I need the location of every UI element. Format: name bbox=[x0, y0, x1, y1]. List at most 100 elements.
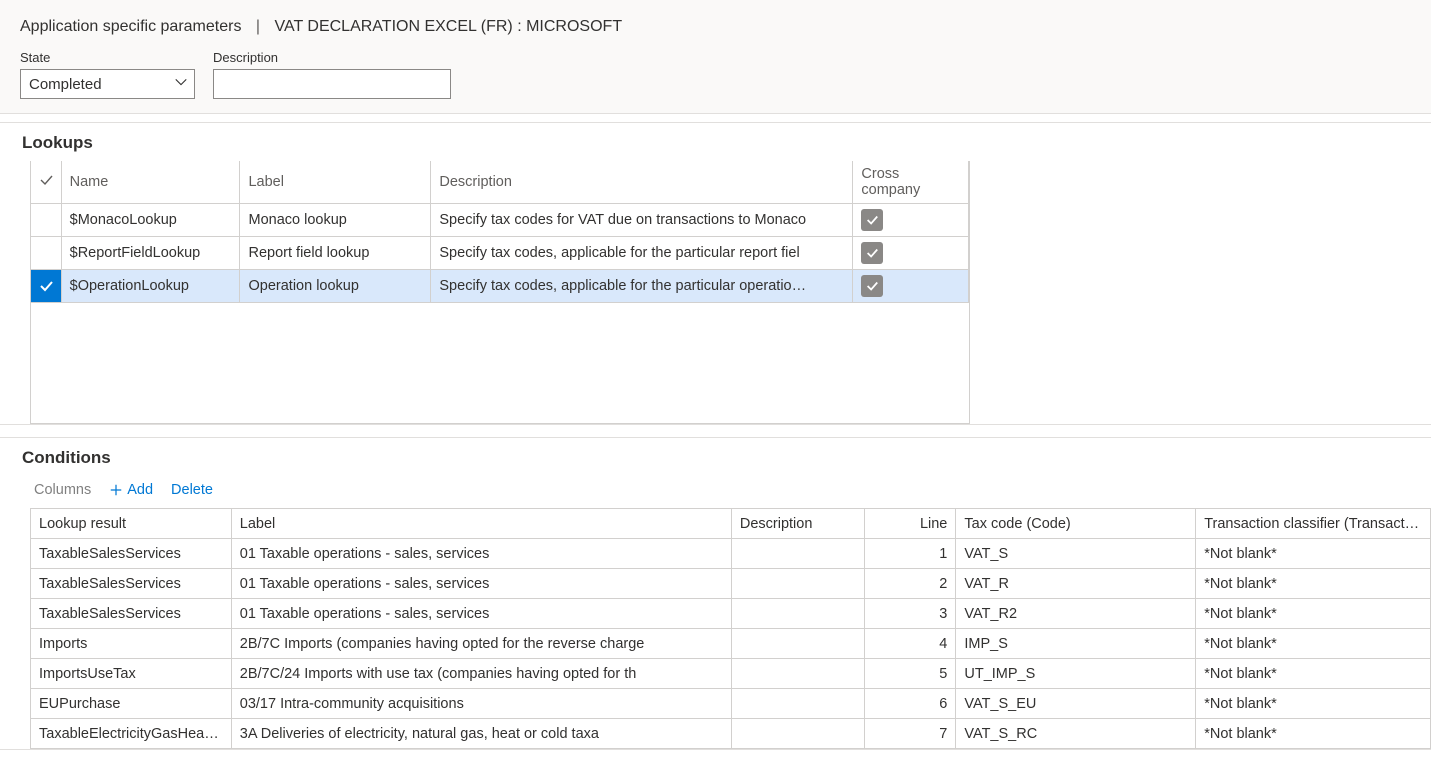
cell-description[interactable] bbox=[731, 719, 864, 749]
cell-label[interactable]: Report field lookup bbox=[240, 237, 431, 270]
lookups-grid: Name Label Description Cross company $Mo… bbox=[30, 161, 970, 424]
checkbox-checked-icon[interactable] bbox=[861, 275, 883, 297]
table-row[interactable]: TaxableSalesServices01 Taxable operation… bbox=[31, 599, 1431, 629]
conditions-title: Conditions bbox=[0, 438, 1431, 476]
cell-tax[interactable]: VAT_R bbox=[956, 569, 1196, 599]
table-row[interactable]: EUPurchase03/17 Intra-community acquisit… bbox=[31, 689, 1431, 719]
cell-cross-company[interactable] bbox=[853, 270, 969, 303]
cell-lookup[interactable]: TaxableSalesServices bbox=[31, 599, 232, 629]
lookups-header-label[interactable]: Label bbox=[240, 161, 431, 204]
lookups-header-cc[interactable]: Cross company bbox=[853, 161, 969, 204]
cell-line[interactable]: 4 bbox=[864, 629, 956, 659]
cell-cross-company[interactable] bbox=[853, 204, 969, 237]
description-label: Description bbox=[213, 50, 451, 65]
cell-name[interactable]: $ReportFieldLookup bbox=[61, 237, 240, 270]
cell-line[interactable]: 3 bbox=[864, 599, 956, 629]
cell-tc[interactable]: *Not blank* bbox=[1196, 539, 1431, 569]
description-input[interactable] bbox=[213, 69, 451, 99]
add-button[interactable]: Add bbox=[109, 482, 153, 498]
cell-lookup[interactable]: ImportsUseTax bbox=[31, 659, 232, 689]
cell-label[interactable]: 01 Taxable operations - sales, services bbox=[231, 569, 731, 599]
breadcrumb-part1: Application specific parameters bbox=[20, 18, 241, 35]
cell-description[interactable] bbox=[731, 599, 864, 629]
description-field-group: Description bbox=[213, 50, 451, 99]
state-dropdown[interactable]: Completed bbox=[20, 69, 195, 99]
cell-label[interactable]: 2B/7C/24 Imports with use tax (companies… bbox=[231, 659, 731, 689]
cell-description[interactable]: Specify tax codes, applicable for the pa… bbox=[431, 270, 853, 303]
cell-lookup[interactable]: EUPurchase bbox=[31, 689, 232, 719]
table-row[interactable]: TaxableElectricityGasHea…3A Deliveries o… bbox=[31, 719, 1431, 749]
cell-name[interactable]: $MonacoLookup bbox=[61, 204, 240, 237]
row-selector[interactable] bbox=[31, 270, 61, 303]
breadcrumb-separator: | bbox=[256, 18, 260, 35]
checkbox-checked-icon[interactable] bbox=[861, 242, 883, 264]
cell-line[interactable]: 6 bbox=[864, 689, 956, 719]
page-header: Application specific parameters | VAT DE… bbox=[0, 0, 1431, 114]
conditions-toolbar: Columns Add Delete bbox=[0, 476, 1431, 508]
cell-tax[interactable]: UT_IMP_S bbox=[956, 659, 1196, 689]
lookups-header-name[interactable]: Name bbox=[61, 161, 240, 204]
cell-tc[interactable]: *Not blank* bbox=[1196, 719, 1431, 749]
delete-button[interactable]: Delete bbox=[171, 482, 213, 498]
cell-label[interactable]: 03/17 Intra-community acquisitions bbox=[231, 689, 731, 719]
row-selector[interactable] bbox=[31, 237, 61, 270]
cell-tax[interactable]: VAT_S_EU bbox=[956, 689, 1196, 719]
conditions-header-tax[interactable]: Tax code (Code) bbox=[956, 509, 1196, 539]
cell-tc[interactable]: *Not blank* bbox=[1196, 659, 1431, 689]
cell-tax[interactable]: IMP_S bbox=[956, 629, 1196, 659]
cell-description[interactable] bbox=[731, 659, 864, 689]
cell-description[interactable]: Specify tax codes for VAT due on transac… bbox=[431, 204, 853, 237]
cell-lookup[interactable]: TaxableElectricityGasHea… bbox=[31, 719, 232, 749]
cell-tax[interactable]: VAT_S bbox=[956, 539, 1196, 569]
cell-tc[interactable]: *Not blank* bbox=[1196, 599, 1431, 629]
cell-cross-company[interactable] bbox=[853, 237, 969, 270]
cell-line[interactable]: 1 bbox=[864, 539, 956, 569]
table-row[interactable]: ImportsUseTax2B/7C/24 Imports with use t… bbox=[31, 659, 1431, 689]
columns-button[interactable]: Columns bbox=[34, 482, 91, 498]
table-row[interactable]: $MonacoLookupMonaco lookupSpecify tax co… bbox=[31, 204, 969, 237]
cell-tax[interactable]: VAT_S_RC bbox=[956, 719, 1196, 749]
cell-tax[interactable]: VAT_R2 bbox=[956, 599, 1196, 629]
cell-name[interactable]: $OperationLookup bbox=[61, 270, 240, 303]
cell-description[interactable] bbox=[731, 689, 864, 719]
table-row[interactable]: $ReportFieldLookupReport field lookupSpe… bbox=[31, 237, 969, 270]
cell-line[interactable]: 2 bbox=[864, 569, 956, 599]
cell-line[interactable]: 7 bbox=[864, 719, 956, 749]
cell-lookup[interactable]: TaxableSalesServices bbox=[31, 539, 232, 569]
cell-lookup[interactable]: TaxableSalesServices bbox=[31, 569, 232, 599]
table-row[interactable]: Imports2B/7C Imports (companies having o… bbox=[31, 629, 1431, 659]
lookups-header-row: Name Label Description Cross company bbox=[31, 161, 969, 204]
cell-tc[interactable]: *Not blank* bbox=[1196, 689, 1431, 719]
lookups-header-description[interactable]: Description bbox=[431, 161, 853, 204]
cell-label[interactable]: 01 Taxable operations - sales, services bbox=[231, 539, 731, 569]
cell-description[interactable] bbox=[731, 569, 864, 599]
cell-tc[interactable]: *Not blank* bbox=[1196, 569, 1431, 599]
table-row[interactable]: $OperationLookupOperation lookupSpecify … bbox=[31, 270, 969, 303]
state-value: Completed bbox=[29, 76, 102, 93]
table-row[interactable]: TaxableSalesServices01 Taxable operation… bbox=[31, 569, 1431, 599]
cell-label[interactable]: Monaco lookup bbox=[240, 204, 431, 237]
conditions-header-description[interactable]: Description bbox=[731, 509, 864, 539]
conditions-grid: Lookup result Label Description Line Tax… bbox=[30, 508, 1431, 749]
lookups-section: Lookups Name Label Description Cross com… bbox=[0, 122, 1431, 425]
cell-label[interactable]: 01 Taxable operations - sales, services bbox=[231, 599, 731, 629]
table-row[interactable]: TaxableSalesServices01 Taxable operation… bbox=[31, 539, 1431, 569]
cell-lookup[interactable]: Imports bbox=[31, 629, 232, 659]
conditions-header-label[interactable]: Label bbox=[231, 509, 731, 539]
conditions-header-tc[interactable]: Transaction classifier (Transacti… bbox=[1196, 509, 1431, 539]
conditions-header-lookup[interactable]: Lookup result bbox=[31, 509, 232, 539]
cell-description[interactable] bbox=[731, 629, 864, 659]
cell-tc[interactable]: *Not blank* bbox=[1196, 629, 1431, 659]
cell-label[interactable]: Operation lookup bbox=[240, 270, 431, 303]
cell-label[interactable]: 3A Deliveries of electricity, natural ga… bbox=[231, 719, 731, 749]
conditions-header-row: Lookup result Label Description Line Tax… bbox=[31, 509, 1431, 539]
lookups-header-select[interactable] bbox=[31, 161, 61, 204]
cell-description[interactable] bbox=[731, 539, 864, 569]
checkbox-checked-icon[interactable] bbox=[861, 209, 883, 231]
row-selector[interactable] bbox=[31, 204, 61, 237]
cell-line[interactable]: 5 bbox=[864, 659, 956, 689]
plus-icon bbox=[109, 483, 123, 497]
cell-label[interactable]: 2B/7C Imports (companies having opted fo… bbox=[231, 629, 731, 659]
cell-description[interactable]: Specify tax codes, applicable for the pa… bbox=[431, 237, 853, 270]
conditions-header-line[interactable]: Line bbox=[864, 509, 956, 539]
